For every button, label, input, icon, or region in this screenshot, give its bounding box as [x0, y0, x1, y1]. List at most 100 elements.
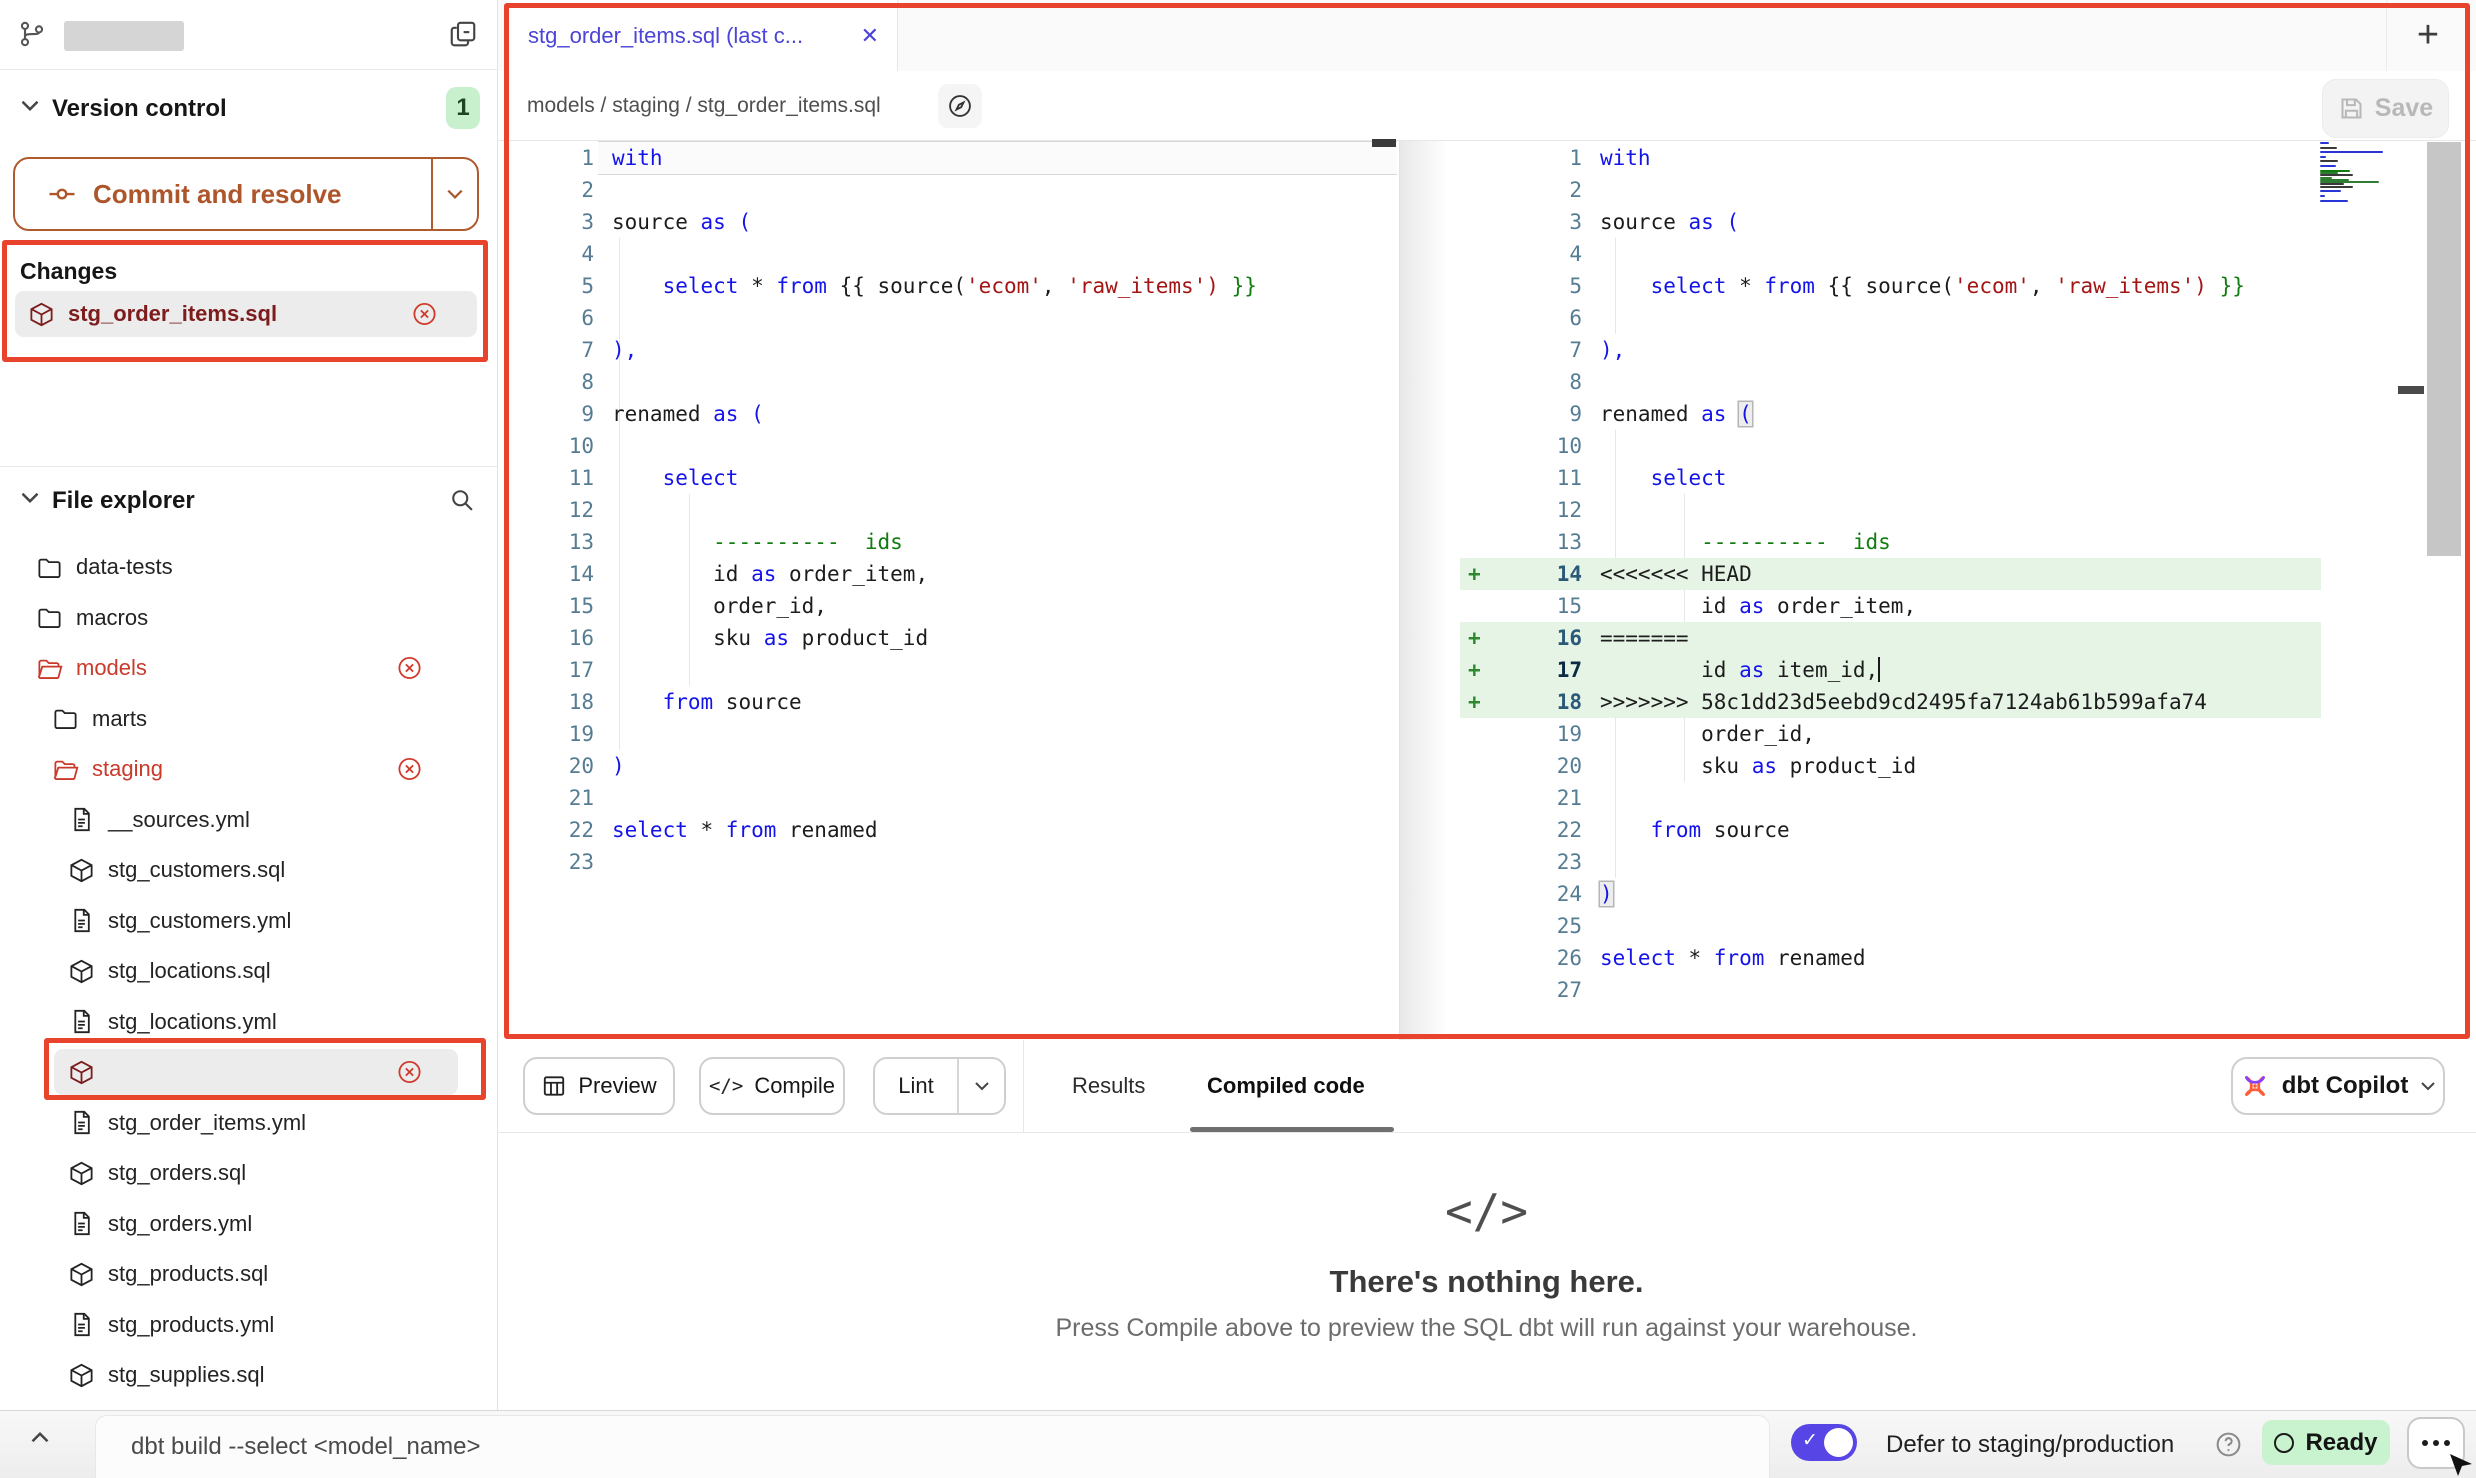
code-line-14[interactable]: +14<<<<<<< HEAD	[1460, 558, 2321, 590]
search-icon[interactable]	[448, 486, 476, 514]
code-line-21[interactable]: 21	[508, 782, 1398, 814]
code-line-20[interactable]: 20)	[508, 750, 1398, 782]
code-line-14[interactable]: 14 id as order_item,	[508, 558, 1398, 590]
compile-button[interactable]: </> Compile	[699, 1057, 845, 1115]
file-tree-item-models[interactable]: models	[0, 643, 497, 693]
code-line-5[interactable]: 5 select * from {{ source('ecom', 'raw_i…	[1460, 270, 2321, 302]
code-line-15[interactable]: 15 id as order_item,	[1460, 590, 2321, 622]
code-line-1[interactable]: 1with	[1460, 142, 2321, 174]
file-tree-item-stg_supplies.sql[interactable]: stg_supplies.sql	[0, 1350, 497, 1400]
lint-button[interactable]: Lint	[873, 1057, 1006, 1115]
conflict-icon[interactable]	[411, 301, 438, 328]
code-line-20[interactable]: 20 sku as product_id	[1460, 750, 2321, 782]
code-line-6[interactable]: 6	[508, 302, 1398, 334]
code-line-4[interactable]: 4	[1460, 238, 2321, 270]
code-line-18[interactable]: 18 from source	[508, 686, 1398, 718]
branch-name-redacted[interactable]	[64, 21, 184, 51]
code-line-13[interactable]: 13 ---------- ids	[1460, 526, 2321, 558]
code-line-12[interactable]: 12	[508, 494, 1398, 526]
left-scroll-thumb[interactable]	[1372, 139, 1396, 147]
file-tree-item-stg_products.sql[interactable]: stg_products.sql	[0, 1249, 497, 1299]
tab-compiled-code[interactable]: Compiled code	[1207, 1040, 1365, 1132]
code-line-27[interactable]: 27	[1460, 974, 2321, 1006]
code-line-26[interactable]: 26select * from renamed	[1460, 942, 2321, 974]
file-tree-item-__sources.yml[interactable]: __sources.yml	[0, 795, 497, 845]
code-line-23[interactable]: 23	[508, 846, 1398, 878]
lint-dropdown-chevron[interactable]	[957, 1059, 1004, 1113]
code-line-17[interactable]: 17	[508, 654, 1398, 686]
preview-button[interactable]: Preview	[523, 1057, 675, 1115]
status-badge[interactable]: Ready	[2262, 1420, 2390, 1465]
code-pane-right[interactable]: 1with23source as (45 select * from {{ so…	[1460, 142, 2470, 1006]
chevron-down-icon[interactable]	[20, 99, 40, 112]
defer-toggle[interactable]: ✓	[1791, 1424, 1857, 1461]
file-tree-item-stg_orders.sql[interactable]: stg_orders.sql	[0, 1148, 497, 1198]
code-line-19[interactable]: 19 order_id,	[1460, 718, 2321, 750]
file-tree-item-stg_orders.yml[interactable]: stg_orders.yml	[0, 1199, 497, 1249]
code-line-22[interactable]: 22select * from renamed	[508, 814, 1398, 846]
code-line-1[interactable]: 1with	[508, 142, 1398, 174]
code-line-7[interactable]: 7),	[1460, 334, 2321, 366]
code-line-5[interactable]: 5 select * from {{ source('ecom', 'raw_i…	[508, 270, 1398, 302]
code-line-9[interactable]: 9renamed as (	[508, 398, 1398, 430]
code-line-23[interactable]: 23	[1460, 846, 2321, 878]
file-tree-item-stg_customers.yml[interactable]: stg_customers.yml	[0, 896, 497, 946]
code-line-2[interactable]: 2	[1460, 174, 2321, 206]
code-line-8[interactable]: 8	[508, 366, 1398, 398]
conflict-icon[interactable]	[396, 756, 423, 783]
file-tree-item-stg_products.yml[interactable]: stg_products.yml	[0, 1300, 497, 1350]
code-line-22[interactable]: 22 from source	[1460, 814, 2321, 846]
file-tree-item-stg_locations.sql[interactable]: stg_locations.sql	[0, 946, 497, 996]
tab-results[interactable]: Results	[1072, 1040, 1145, 1132]
file-tree-item-stg_order_items.yml[interactable]: stg_order_items.yml	[0, 1098, 497, 1148]
file-tree-item-marts[interactable]: marts	[0, 694, 497, 744]
code-line-11[interactable]: 11 select	[508, 462, 1398, 494]
file-tree-item-stg_order_items.sql[interactable]: stg_order_items.sql	[0, 1047, 497, 1097]
right-scrollbar-thumb[interactable]	[2427, 142, 2461, 556]
code-line-15[interactable]: 15 order_id,	[508, 590, 1398, 622]
dbt-copilot-button[interactable]: dbt Copilot	[2231, 1057, 2445, 1115]
code-line-24[interactable]: 24)	[1460, 878, 2321, 910]
code-pane-left[interactable]: 1with23source as (45 select * from {{ so…	[508, 142, 1398, 878]
commit-and-resolve-button[interactable]: Commit and resolve	[13, 157, 479, 231]
new-tab-button[interactable]: +	[2398, 8, 2458, 63]
lineage-button[interactable]	[938, 84, 982, 128]
code-line-7[interactable]: 7),	[508, 334, 1398, 366]
command-input[interactable]: dbt build --select <model_name>	[95, 1415, 1770, 1478]
file-tree-item-stg_customers.sql[interactable]: stg_customers.sql	[0, 845, 497, 895]
chevron-down-icon[interactable]	[20, 491, 40, 504]
commit-dropdown-chevron[interactable]	[431, 159, 477, 229]
code-line-10[interactable]: 10	[1460, 430, 2321, 462]
tab-stg-order-items[interactable]: stg_order_items.sql (last c... ✕	[508, 0, 898, 71]
code-line-8[interactable]: 8	[1460, 366, 2321, 398]
code-line-11[interactable]: 11 select	[1460, 462, 2321, 494]
save-button[interactable]: Save	[2322, 79, 2449, 138]
changed-file-row[interactable]: stg_order_items.sql	[15, 291, 477, 337]
chevron-up-icon[interactable]	[30, 1431, 50, 1444]
code-line-13[interactable]: 13 ---------- ids	[508, 526, 1398, 558]
file-tree-item-staging[interactable]: staging	[0, 744, 497, 794]
file-tree-item-data-tests[interactable]: data-tests	[0, 542, 497, 592]
conflict-icon[interactable]	[396, 1059, 423, 1086]
file-tree-item-stg_locations.yml[interactable]: stg_locations.yml	[0, 997, 497, 1047]
code-line-12[interactable]: 12	[1460, 494, 2321, 526]
code-line-3[interactable]: 3source as (	[1460, 206, 2321, 238]
help-icon[interactable]	[2214, 1430, 2243, 1459]
close-icon[interactable]: ✕	[861, 23, 879, 49]
code-line-17[interactable]: +17 id as item_id,	[1460, 654, 2321, 686]
minimap[interactable]	[2318, 142, 2396, 208]
code-line-25[interactable]: 25	[1460, 910, 2321, 942]
code-line-16[interactable]: 16 sku as product_id	[508, 622, 1398, 654]
file-tree-item-macros[interactable]: macros	[0, 593, 497, 643]
code-line-4[interactable]: 4	[508, 238, 1398, 270]
conflict-icon[interactable]	[396, 655, 423, 682]
code-line-3[interactable]: 3source as (	[508, 206, 1398, 238]
code-line-9[interactable]: 9renamed as (	[1460, 398, 2321, 430]
copy-icon[interactable]	[448, 19, 478, 49]
code-line-18[interactable]: +18>>>>>>> 58c1dd23d5eebd9cd2495fa7124ab…	[1460, 686, 2321, 718]
code-line-21[interactable]: 21	[1460, 782, 2321, 814]
code-line-6[interactable]: 6	[1460, 302, 2321, 334]
code-line-16[interactable]: +16=======	[1460, 622, 2321, 654]
code-line-10[interactable]: 10	[508, 430, 1398, 462]
code-line-2[interactable]: 2	[508, 174, 1398, 206]
